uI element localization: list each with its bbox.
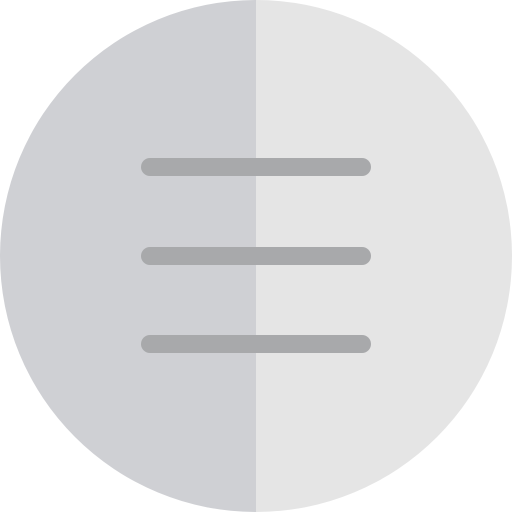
hamburger-menu-icon xyxy=(141,158,371,353)
menu-button[interactable] xyxy=(0,0,512,512)
stage xyxy=(0,0,512,512)
